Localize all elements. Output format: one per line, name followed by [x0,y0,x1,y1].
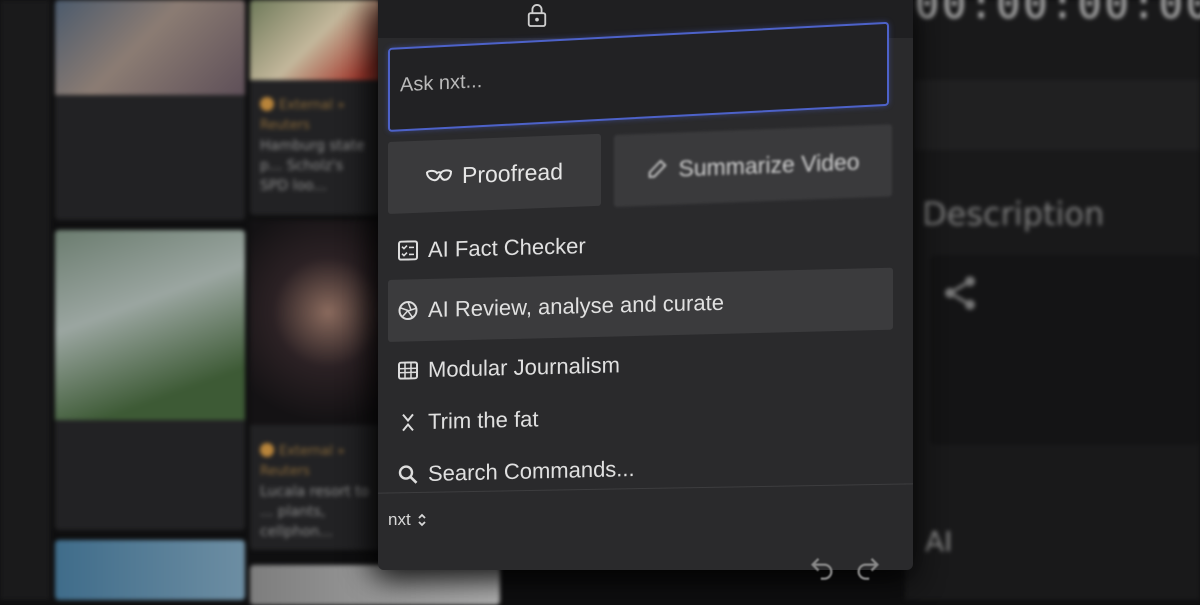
menu-item-label: AI Review, analyse and curate [428,289,724,323]
undo-button[interactable] [806,552,838,584]
card-thumbnail [250,0,380,80]
left-column [0,0,50,600]
card-source: External » Reuters [260,96,374,136]
card-thumbnail [55,0,245,95]
description-label: Description [922,195,1105,233]
media-card[interactable] [55,540,245,600]
prompt-input[interactable] [398,48,872,99]
card-source: External » Reuters [260,442,374,482]
media-card[interactable]: External » Reuters Hamburg state p... Sc… [250,0,380,215]
proofread-button[interactable]: Proofread [388,133,601,214]
card-headline: Hamburg state p... Scholz's SPD loo... [260,138,365,194]
undo-icon [811,557,833,580]
model-selector[interactable]: nxt [388,510,427,530]
card-thumbnail [55,540,245,600]
glasses-icon [425,169,452,182]
share-icon [945,276,975,310]
card-headline: Lucala resort to ... plants, cellphon... [260,484,370,540]
pen-icon [649,159,667,178]
card-thumbnail [250,220,380,425]
description-box[interactable] [930,255,1200,445]
media-card[interactable]: External » Reuters Lucala resort to ... … [250,220,380,550]
card-thumbnail [55,230,245,420]
redo-button[interactable] [852,552,884,584]
timecode: 00:00:00:00 [915,0,1200,28]
menu-item-label: AI Fact Checker [428,233,586,263]
ai-command-popup: Proofread Summarize Video AI Fact Checke… [378,0,913,570]
prompt-box[interactable] [388,21,889,133]
media-card[interactable] [55,230,245,530]
aperture-icon [398,300,418,321]
model-name: nxt [388,510,411,529]
card-thumbnail [250,565,500,605]
lock-icon [527,4,547,27]
summarize-video-button[interactable]: Summarize Video [614,124,892,207]
player-controls [915,80,1200,150]
proofread-label: Proofread [461,157,563,188]
media-card[interactable] [55,0,245,220]
grid-icon [398,360,418,380]
checklist-icon [398,240,418,261]
menu-item-label: Trim the fat [428,406,539,435]
menu-item-ai-fact-checker[interactable]: AI Fact Checker [388,213,893,277]
command-menu: AI Fact Checker AI Review, analyse and c… [388,225,893,501]
menu-item-label: Search Commands... [428,455,635,487]
chevron-updown-icon [418,513,426,527]
summarize-video-label: Summarize Video [678,148,860,182]
ai-label: AI [925,525,953,558]
menu-item-ai-review[interactable]: AI Review, analyse and curate [388,267,893,342]
redo-icon [857,557,879,580]
menu-item-label: Modular Journalism [428,352,620,383]
media-card[interactable] [250,565,500,605]
search-icon [398,464,418,484]
compress-icon [398,412,418,432]
